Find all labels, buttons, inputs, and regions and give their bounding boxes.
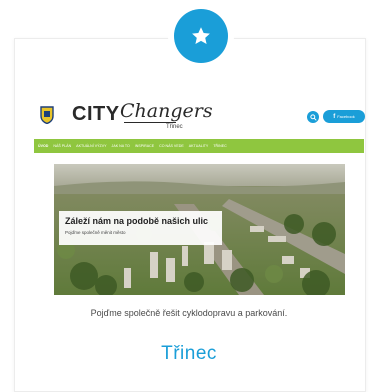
facebook-button[interactable]: f Facebook [323,110,365,123]
city-heading[interactable]: Třinec [0,343,378,365]
logo-city-text: CITY [72,103,120,125]
nav-item-inspirace[interactable]: Inspirace [135,144,154,148]
search-button[interactable] [307,111,319,123]
nav-item-aktualni-vyzvy[interactable]: Aktuální výzvy [76,144,106,148]
main-nav: Úvod Náš plán Aktuální výzvy Jak na to I… [34,139,364,153]
city-crest-icon [40,106,54,124]
facebook-icon: f [333,113,336,120]
nav-item-uvod[interactable]: Úvod [38,144,48,148]
hero-caption: Záleží nám na podobě našich ulic Pojďme … [59,211,222,245]
facebook-label: Facebook [337,114,355,119]
star-badge [174,9,228,63]
nav-item-aktuality[interactable]: Aktuality [189,144,209,148]
logo-underline [124,122,176,123]
search-icon [309,113,317,121]
hero-subtitle: Pojďme společně měnit město [65,230,126,235]
project-tagline: Pojďme společně řešit cyklodopravu a par… [90,308,288,318]
nav-item-trinec[interactable]: Třinec [213,144,226,148]
nav-item-jak-na-to[interactable]: Jak na to [112,144,130,148]
logo-city-name: Třinec [166,124,183,130]
star-icon [192,27,210,44]
nav-item-co-nas-vede[interactable]: Co nás vede [159,144,184,148]
hero-image: Záleží nám na podobě našich ulic Pojďme … [54,164,345,295]
logo-changers-text: Changers [120,100,213,122]
nav-item-nas-plan[interactable]: Náš plán [53,144,71,148]
hero-title: Záleží nám na podobě našich ulic [65,216,209,226]
